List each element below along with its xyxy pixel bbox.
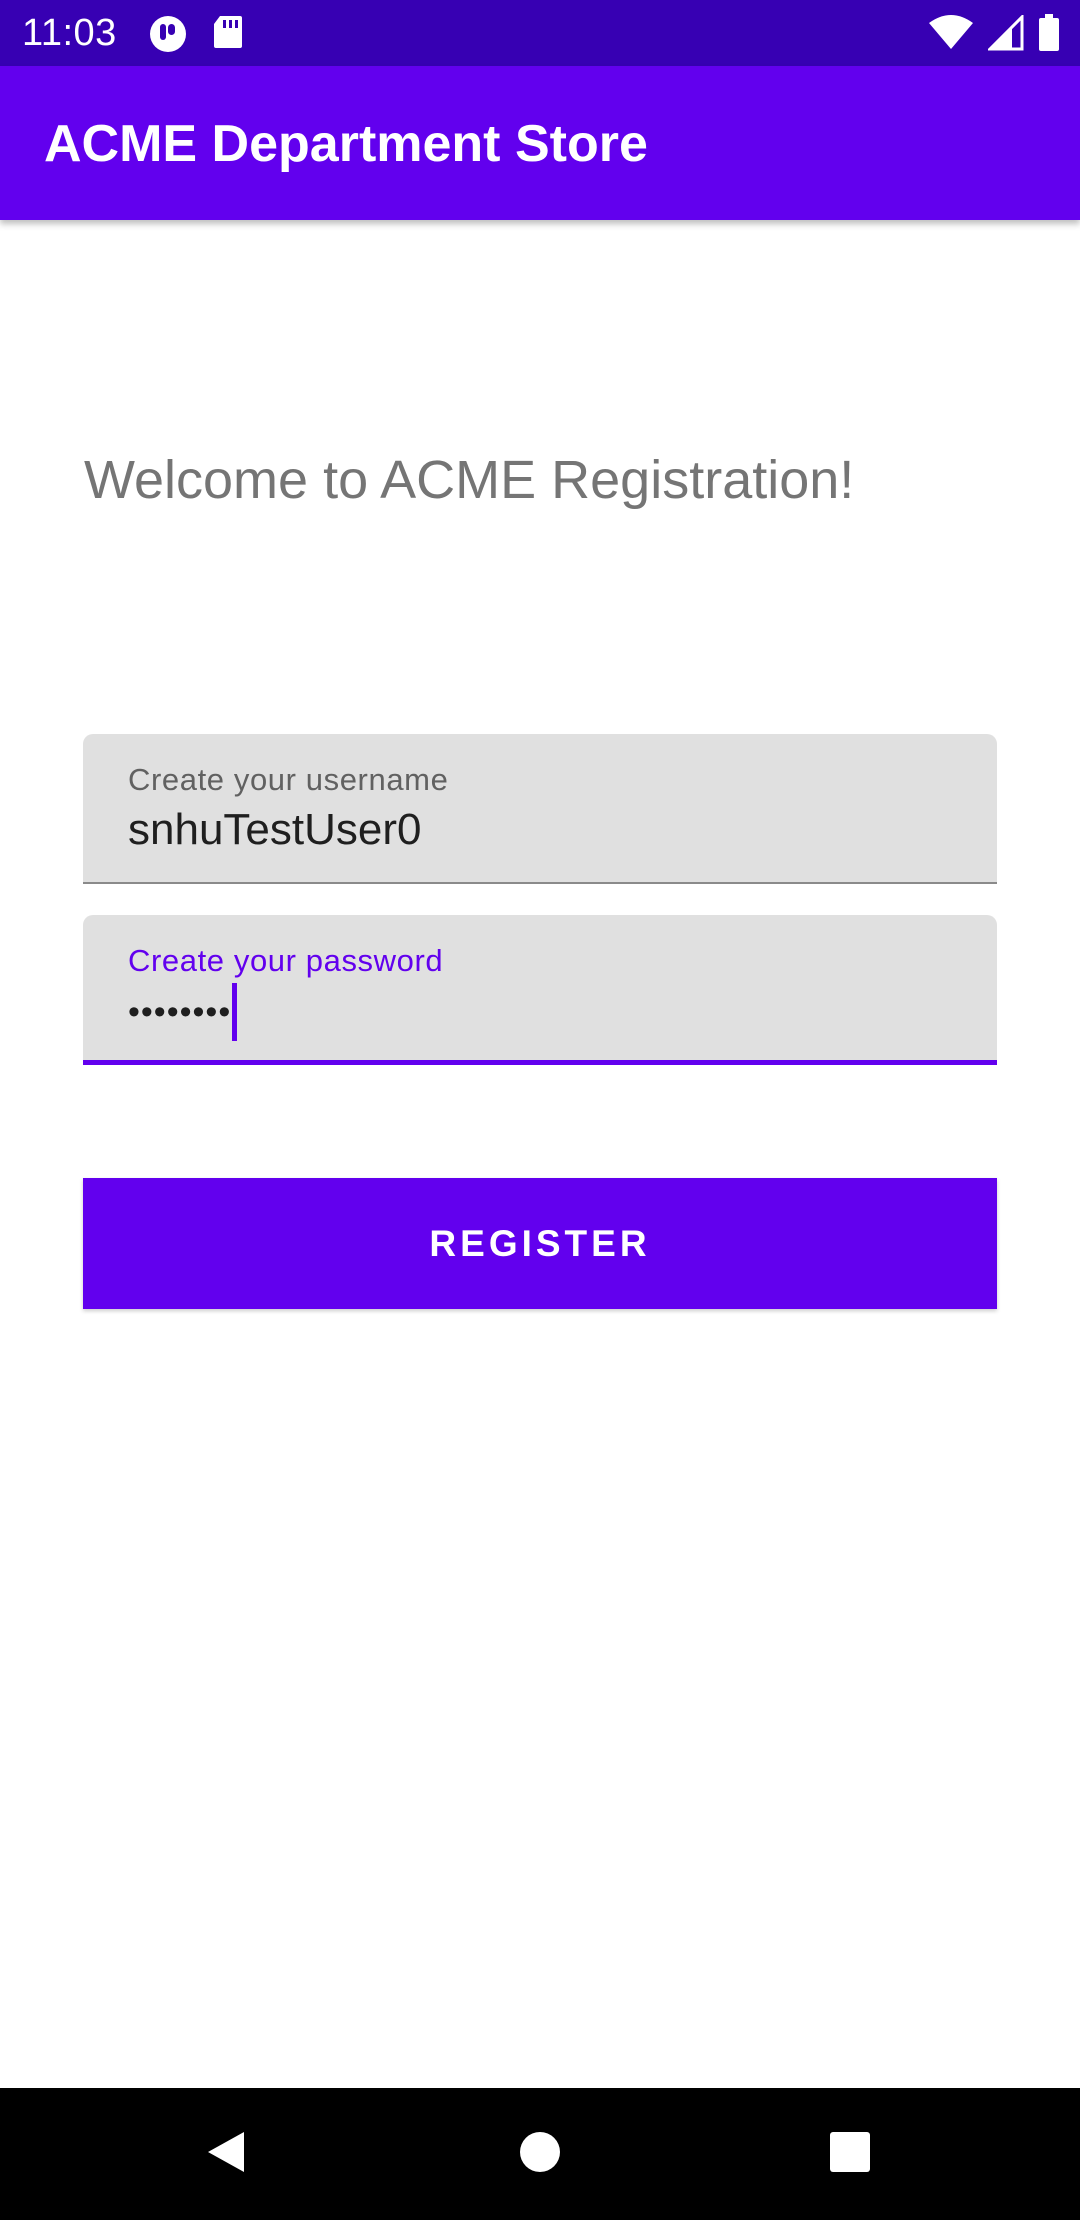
- app-title: ACME Department Store: [44, 115, 648, 173]
- status-bar: 11:03: [0, 0, 1080, 66]
- sd-card-icon: [212, 14, 244, 54]
- password-input-row[interactable]: ••••••••: [128, 981, 238, 1043]
- app-notification-icon: [148, 14, 188, 54]
- password-value[interactable]: ••••••••: [128, 992, 231, 1032]
- back-icon: [204, 2128, 248, 2181]
- recents-icon: [829, 2131, 871, 2178]
- wifi-icon: [928, 15, 974, 51]
- home-button[interactable]: [480, 2088, 600, 2220]
- battery-icon: [1038, 14, 1060, 52]
- username-label: Create your username: [128, 762, 449, 797]
- password-field[interactable]: Create your password ••••••••: [83, 915, 997, 1065]
- home-icon: [518, 2130, 562, 2179]
- username-field[interactable]: Create your username snhuTestUser0: [83, 734, 997, 884]
- welcome-heading: Welcome to ACME Registration!: [84, 450, 855, 510]
- app-bar: ACME Department Store: [0, 66, 1080, 220]
- recents-button[interactable]: [790, 2088, 910, 2220]
- status-time: 11:03: [22, 12, 117, 54]
- back-button[interactable]: [166, 2088, 286, 2220]
- status-left-icons: [148, 14, 244, 54]
- status-right-icons: [928, 14, 1060, 52]
- password-label: Create your password: [128, 943, 444, 978]
- navigation-bar: [0, 2088, 1080, 2220]
- register-button[interactable]: REGISTER: [83, 1178, 997, 1309]
- text-cursor: [232, 983, 238, 1041]
- cell-signal-icon: [988, 15, 1024, 51]
- username-value[interactable]: snhuTestUser0: [128, 804, 421, 856]
